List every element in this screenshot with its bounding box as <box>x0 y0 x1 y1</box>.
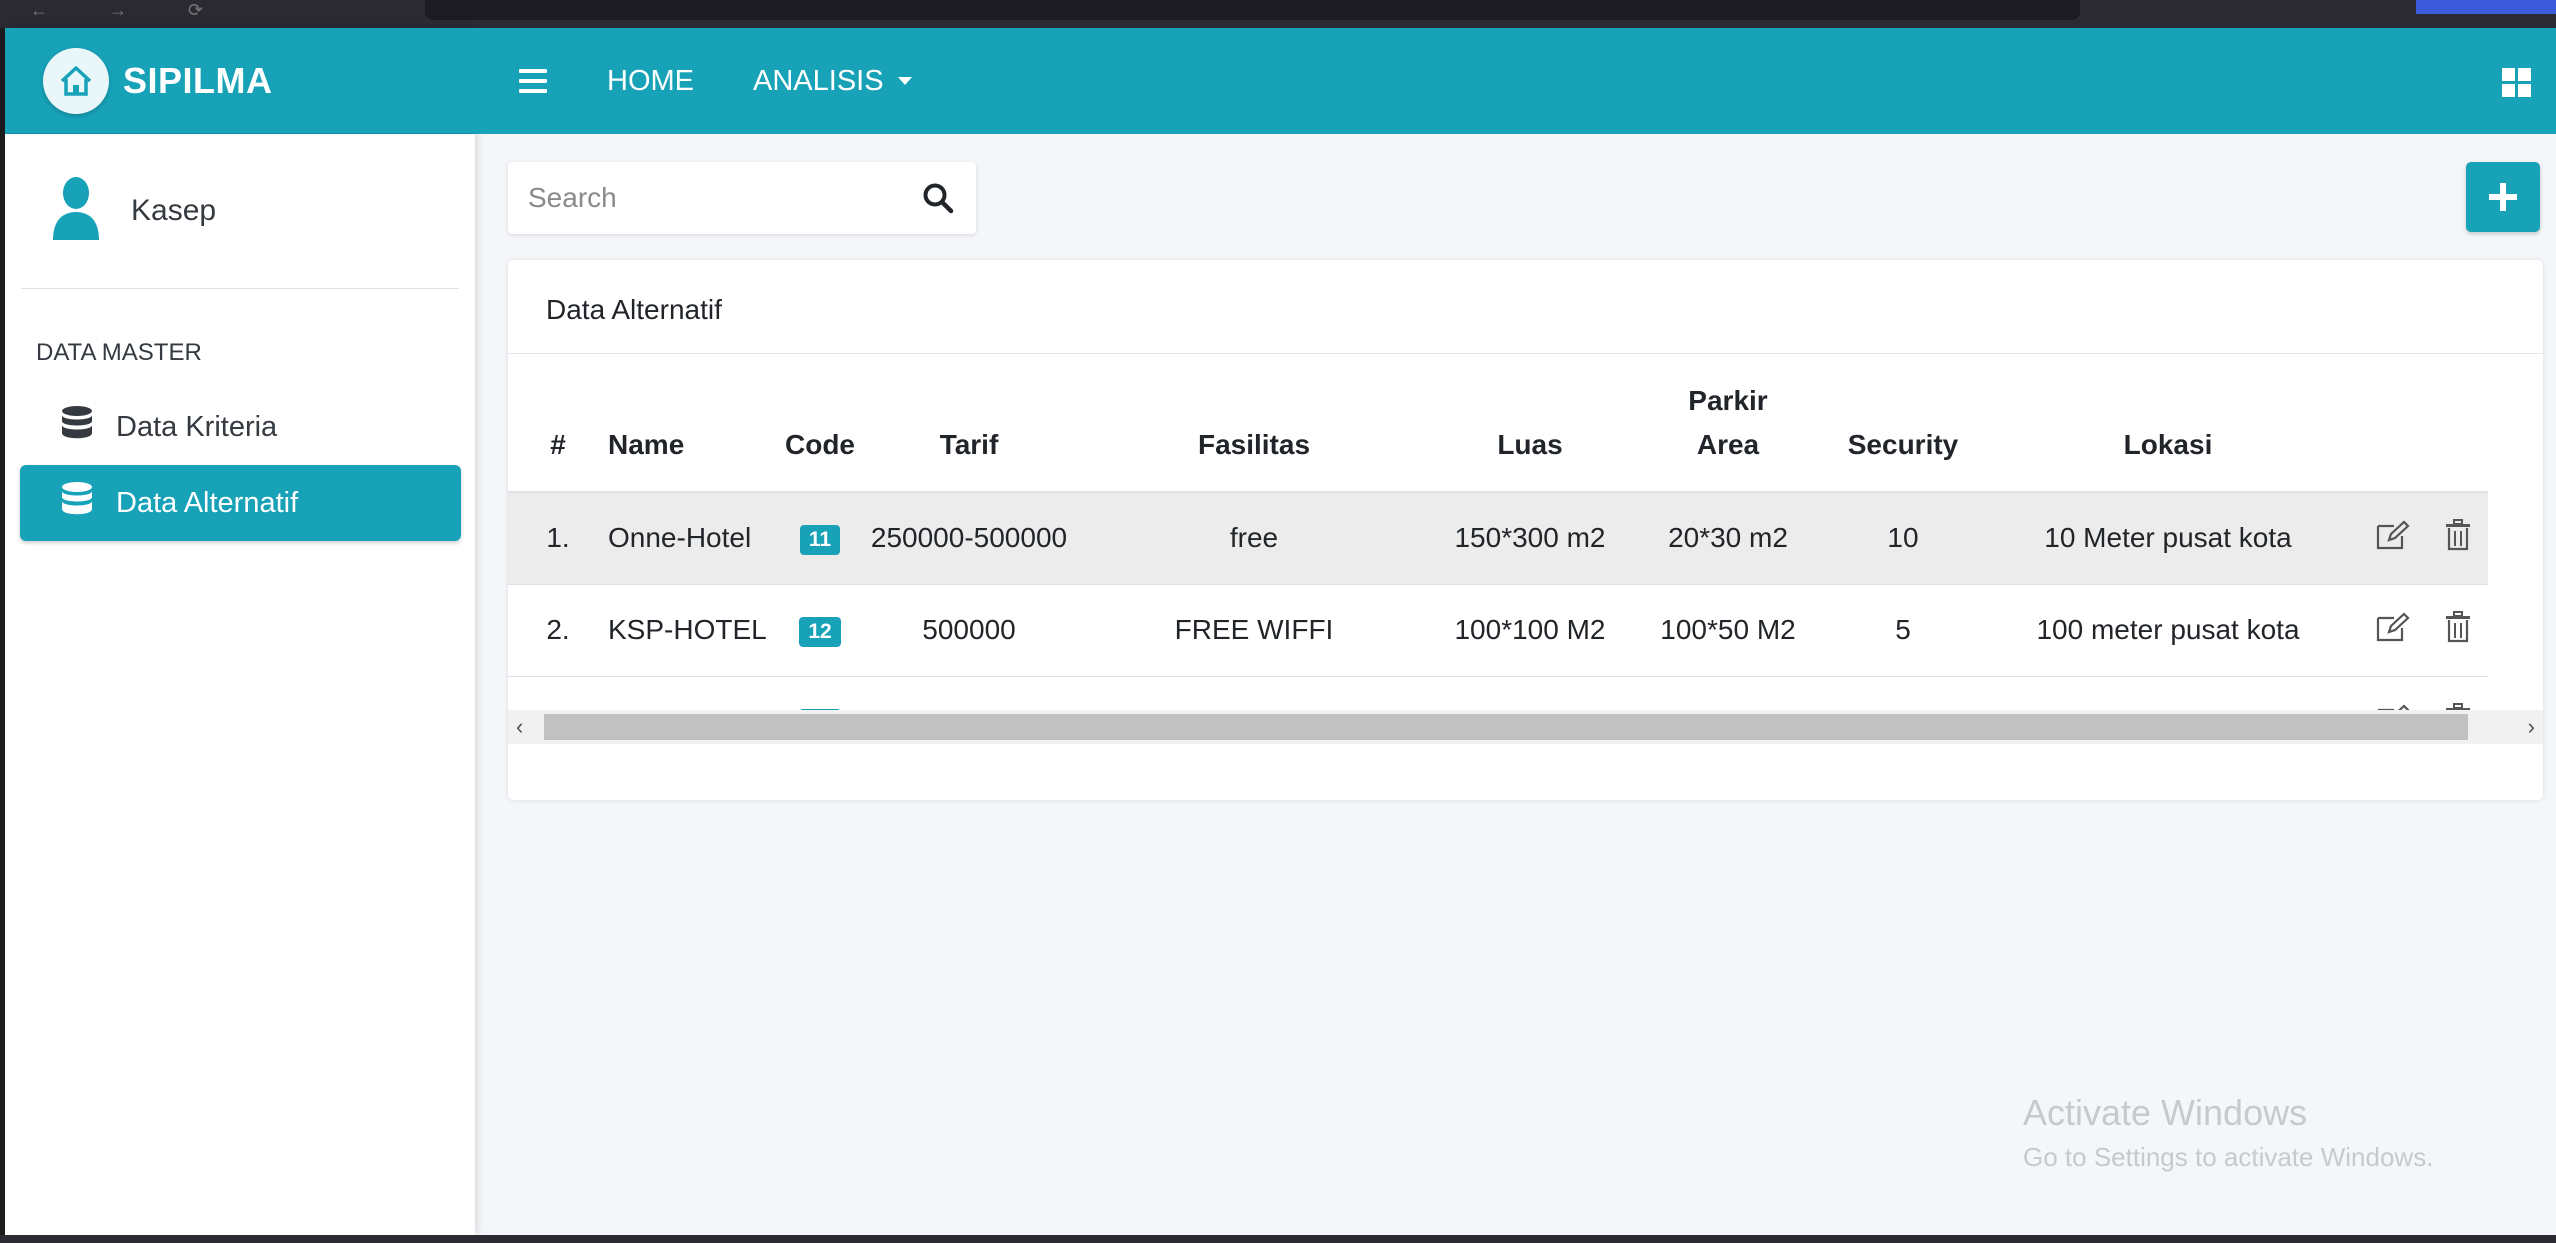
activate-windows-title: Activate Windows <box>2023 1092 2308 1133</box>
column-header-tarif: Tarif <box>862 354 1076 493</box>
cell-tarif: 500000 <box>862 583 1076 676</box>
sidebar-item-label: Data Alternatif <box>116 486 299 519</box>
column-header-parkir-area: Parkir Area <box>1628 354 1828 493</box>
scrollbar-thumb[interactable] <box>544 714 2468 740</box>
cell-edit <box>2358 491 2428 584</box>
cell-code: 11 <box>778 491 862 584</box>
address-bar[interactable] <box>425 0 2080 20</box>
nav-analisis-label: ANALISIS <box>753 64 884 97</box>
cell-luas: 100*100 M2 <box>1432 583 1628 676</box>
nav-home-label: HOME <box>607 64 694 97</box>
search-box <box>508 162 976 234</box>
taskbar-edge <box>0 1235 2556 1243</box>
cell-parkir: 100*50 M2 <box>1628 583 1828 676</box>
activate-windows-subtitle: Go to Settings to activate Windows. <box>2023 1142 2434 1172</box>
add-button[interactable] <box>2466 162 2540 232</box>
sidebar-item-data-kriteria[interactable]: Data Kriteria <box>20 389 461 465</box>
table-row[interactable]: 1. Onne-Hotel 11 250000-500000 free 150*… <box>508 491 2488 584</box>
database-icon <box>60 405 94 449</box>
cell-delete <box>2428 583 2488 676</box>
column-header-luas: Luas <box>1432 354 1628 493</box>
column-header-edit <box>2358 354 2428 493</box>
cell-tarif: 250000-500000 <box>862 491 1076 584</box>
column-header-security: Security <box>1828 354 1978 493</box>
search-input[interactable] <box>508 162 888 234</box>
cell-name: KSP-HOTEL <box>608 583 778 676</box>
cell-security: 5 <box>1828 583 1978 676</box>
trash-icon[interactable] <box>2445 518 2471 551</box>
cell-no: 1. <box>508 491 608 584</box>
main-content: Data Alternatif # Name Code Tarif Fasili… <box>475 134 2556 1235</box>
cell-lokasi: 100 meter pusat kota <box>1978 583 2358 676</box>
table-header-row: # Name Code Tarif Fasilitas Luas Parkir … <box>508 354 2488 493</box>
data-alternatif-card: Data Alternatif # Name Code Tarif Fasili… <box>508 260 2543 800</box>
trash-icon[interactable] <box>2445 610 2471 643</box>
nav-section-header: DATA MASTER <box>36 339 202 366</box>
column-header-lokasi: Lokasi <box>1978 354 2358 493</box>
cell-fasilitas: FREE WIFFI <box>1076 583 1432 676</box>
cell-luas: 150*300 m2 <box>1432 491 1628 584</box>
edit-icon[interactable] <box>2376 611 2410 642</box>
column-header-no: # <box>508 354 608 493</box>
brand[interactable]: SIPILMA <box>5 28 475 134</box>
caret-down-icon <box>897 77 912 85</box>
column-header-parkir-area-label: Parkir Area <box>1688 385 1768 460</box>
edit-icon[interactable] <box>2376 520 2410 550</box>
table-row[interactable]: 2. KSP-HOTEL 12 500000 FREE WIFFI 100*10… <box>508 583 2488 676</box>
table-container: # Name Code Tarif Fasilitas Luas Parkir … <box>508 354 2543 799</box>
column-header-fasilitas: Fasilitas <box>1076 354 1432 493</box>
browser-toolbar: ← → ⟳ <box>0 0 2556 28</box>
cell-lokasi: 10 Meter pusat kota <box>1978 491 2358 584</box>
hamburger-menu-icon[interactable] <box>519 69 547 93</box>
column-header-delete <box>2428 354 2488 493</box>
code-badge: 12 <box>799 617 841 647</box>
column-header-code: Code <box>778 354 862 493</box>
database-icon <box>60 481 94 525</box>
user-name: Kasep <box>131 194 217 227</box>
app-root: SIPILMA Kasep DATA MASTER Data Kriteria <box>5 28 2556 1235</box>
sidebar: SIPILMA Kasep DATA MASTER Data Kriteria <box>5 28 475 1235</box>
cell-delete <box>2428 491 2488 584</box>
plus-icon <box>2489 183 2517 211</box>
home-logo-icon <box>43 47 109 114</box>
search-icon[interactable] <box>922 182 954 219</box>
cell-fasilitas: free <box>1076 491 1432 584</box>
browser-extension-button[interactable] <box>2416 0 2556 14</box>
sidebar-item-data-alternatif[interactable]: Data Alternatif <box>20 465 461 541</box>
sidebar-item-label: Data Kriteria <box>116 410 278 443</box>
cell-no: 2. <box>508 583 608 676</box>
topbar: HOME ANALISIS <box>475 28 2556 134</box>
user-avatar-icon <box>51 176 101 247</box>
scroll-left-icon[interactable]: ‹ <box>516 714 523 740</box>
code-badge: 11 <box>799 525 841 556</box>
nav-home-link[interactable]: HOME <box>607 65 694 98</box>
cell-edit <box>2358 583 2428 676</box>
cell-code: 12 <box>778 583 862 676</box>
cell-security: 10 <box>1828 491 1978 584</box>
user-panel[interactable]: Kasep <box>21 134 459 289</box>
column-header-name: Name <box>608 354 778 493</box>
apps-grid-icon[interactable] <box>2502 68 2532 98</box>
scroll-right-icon[interactable]: › <box>2528 714 2535 740</box>
horizontal-scrollbar[interactable]: ‹ › <box>508 710 2543 744</box>
cell-name: Onne-Hotel <box>608 491 778 584</box>
nav-analisis-dropdown[interactable]: ANALISIS <box>753 65 912 98</box>
card-title: Data Alternatif <box>508 260 2543 354</box>
cell-parkir: 20*30 m2 <box>1628 491 1828 584</box>
alternatif-table: # Name Code Tarif Fasilitas Luas Parkir … <box>508 354 2488 768</box>
brand-title: SIPILMA <box>123 59 273 101</box>
browser-nav-icons: ← → ⟳ <box>30 0 232 20</box>
